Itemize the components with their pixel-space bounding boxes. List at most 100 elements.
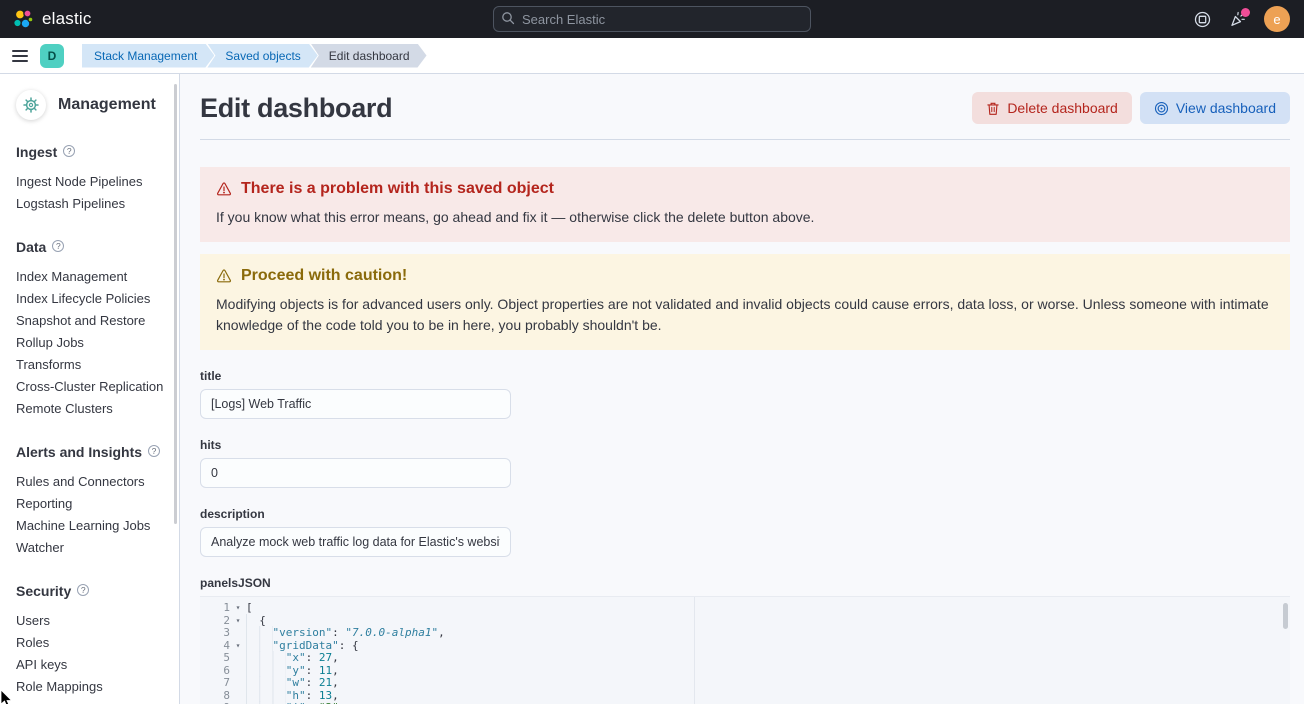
panels-json-label: panelsJSON: [200, 576, 1290, 590]
sidebar-section-heading: Security ?: [16, 583, 171, 599]
sidebar-item[interactable]: Snapshot and Restore: [16, 310, 171, 332]
sidebar-scrollbar[interactable]: [174, 84, 177, 524]
line-number: 1: [200, 602, 230, 615]
search-icon: [501, 11, 515, 25]
delete-dashboard-button[interactable]: Delete dashboard: [972, 92, 1132, 124]
global-search: [493, 6, 811, 32]
form-field: hits: [200, 438, 1290, 488]
help-icon[interactable]: ?: [148, 445, 160, 457]
field-label: title: [200, 369, 1290, 383]
sidebar-item[interactable]: Remote Clusters: [16, 398, 171, 420]
sidebar-item[interactable]: Index Management: [16, 266, 171, 288]
breadcrumb-item: Edit dashboard: [311, 44, 427, 68]
field-input[interactable]: [200, 527, 511, 557]
fold-arrow-icon[interactable]: ▾: [230, 602, 246, 615]
help-icon[interactable]: ?: [77, 584, 89, 596]
error-callout-body: If you know what this error means, go ah…: [216, 207, 1274, 228]
sidebar-item[interactable]: Users: [16, 610, 171, 632]
view-dashboard-button[interactable]: View dashboard: [1140, 92, 1290, 124]
line-number: 7: [200, 677, 230, 690]
caution-callout: Proceed with caution! Modifying objects …: [200, 254, 1290, 350]
sidebar-section: Data ? Index ManagementIndex Lifecycle P…: [16, 239, 171, 420]
panels-json-editor[interactable]: 1 ▾ [ 2 ▾ { 3 "version": "7.0.0-alpha1",…: [200, 596, 1290, 704]
sidebar-item[interactable]: Rules and Connectors: [16, 471, 171, 493]
help-icon[interactable]: ?: [63, 145, 75, 157]
divider: [200, 139, 1290, 140]
field-input[interactable]: [200, 389, 511, 419]
editor-line: 6 "y": 11,: [200, 665, 1290, 678]
elastic-logo-icon: [12, 8, 34, 30]
sidebar-item[interactable]: Role Mappings: [16, 676, 171, 698]
fold-arrow-icon[interactable]: [230, 677, 246, 690]
editor-line: 8 "h": 13,: [200, 690, 1290, 703]
sidebar-item[interactable]: Logstash Pipelines: [16, 193, 171, 215]
help-icon[interactable]: ?: [52, 240, 64, 252]
breadcrumb: Stack ManagementSaved objectsEdit dashbo…: [82, 44, 427, 68]
sidebar-section-heading: Data ?: [16, 239, 171, 255]
editor-line: 3 "version": "7.0.0-alpha1",: [200, 627, 1290, 640]
sidebar-item[interactable]: Ingest Node Pipelines: [16, 171, 171, 193]
editor-line: 7 "w": 21,: [200, 677, 1290, 690]
gear-icon: [23, 97, 39, 113]
fold-arrow-icon[interactable]: [230, 627, 246, 640]
sidebar-item[interactable]: Index Lifecycle Policies: [16, 288, 171, 310]
search-input[interactable]: [493, 6, 811, 32]
fold-arrow-icon[interactable]: [230, 665, 246, 678]
error-callout-title: There is a problem with this saved objec…: [241, 180, 554, 198]
sidebar-title: Management: [58, 96, 156, 114]
brand-name: elastic: [42, 9, 92, 29]
sidebar-item[interactable]: Roles: [16, 632, 171, 654]
field-input[interactable]: [200, 458, 511, 488]
sidebar-item[interactable]: API keys: [16, 654, 171, 676]
field-label: hits: [200, 438, 1290, 452]
sidebar-section: Ingest ? Ingest Node PipelinesLogstash P…: [16, 144, 171, 215]
caution-callout-body: Modifying objects is for advanced users …: [216, 294, 1274, 336]
cursor-pointer: [0, 690, 14, 704]
inspect-icon: [1154, 101, 1169, 116]
breadcrumb-item[interactable]: Stack Management: [82, 44, 214, 68]
sidebar: Management Ingest ? Ingest Node Pipeline…: [0, 74, 180, 704]
user-avatar[interactable]: e: [1264, 6, 1290, 32]
fold-arrow-icon[interactable]: [230, 652, 246, 665]
code-text: [: [246, 602, 253, 615]
sidebar-item[interactable]: Reporting: [16, 493, 171, 515]
field-label: description: [200, 507, 1290, 521]
breadcrumb-bar: D Stack ManagementSaved objectsEdit dash…: [0, 38, 1304, 74]
newsfeed-icon[interactable]: [1229, 11, 1246, 28]
form-field: description: [200, 507, 1290, 557]
trash-icon: [986, 101, 1000, 116]
editor-line: 5 "x": 27,: [200, 652, 1290, 665]
fold-arrow-icon[interactable]: ▾: [230, 615, 246, 628]
sidebar-item[interactable]: Cross-Cluster Replication: [16, 376, 171, 398]
management-app-icon: [16, 90, 46, 120]
elastic-logo[interactable]: elastic: [0, 8, 92, 30]
sidebar-section-heading: Alerts and Insights ?: [16, 444, 171, 460]
editor-line: 4 ▾ "gridData": {: [200, 640, 1290, 653]
sidebar-item[interactable]: Rollup Jobs: [16, 332, 171, 354]
sidebar-section-heading: Ingest ?: [16, 144, 171, 160]
sidebar-item[interactable]: Watcher: [16, 537, 171, 559]
menu-icon[interactable]: [0, 38, 40, 74]
space-avatar[interactable]: D: [40, 44, 64, 68]
sidebar-section: Alerts and Insights ? Rules and Connecto…: [16, 444, 171, 559]
warning-icon: [216, 268, 232, 284]
breadcrumb-item[interactable]: Saved objects: [207, 44, 317, 68]
sidebar-item[interactable]: Transforms: [16, 354, 171, 376]
notification-dot: [1241, 8, 1250, 17]
page-title: Edit dashboard: [200, 93, 392, 124]
guided-setup-icon[interactable]: [1194, 11, 1211, 28]
sidebar-section: Security ? UsersRolesAPI keysRole Mappin…: [16, 583, 171, 698]
fold-arrow-icon[interactable]: ▾: [230, 640, 246, 653]
form-field: title: [200, 369, 1290, 419]
editor-line: 1 ▾ [: [200, 602, 1290, 615]
warning-icon: [216, 181, 232, 197]
fold-arrow-icon[interactable]: [230, 690, 246, 703]
error-callout: There is a problem with this saved objec…: [200, 167, 1290, 242]
caution-callout-title: Proceed with caution!: [241, 267, 407, 285]
line-number: 3: [200, 627, 230, 640]
sidebar-item[interactable]: Machine Learning Jobs: [16, 515, 171, 537]
line-number: 5: [200, 652, 230, 665]
top-header: elastic e: [0, 0, 1304, 38]
main-content: Edit dashboard Delete dashboard: [180, 74, 1304, 704]
editor-scrollbar[interactable]: [1283, 603, 1288, 629]
